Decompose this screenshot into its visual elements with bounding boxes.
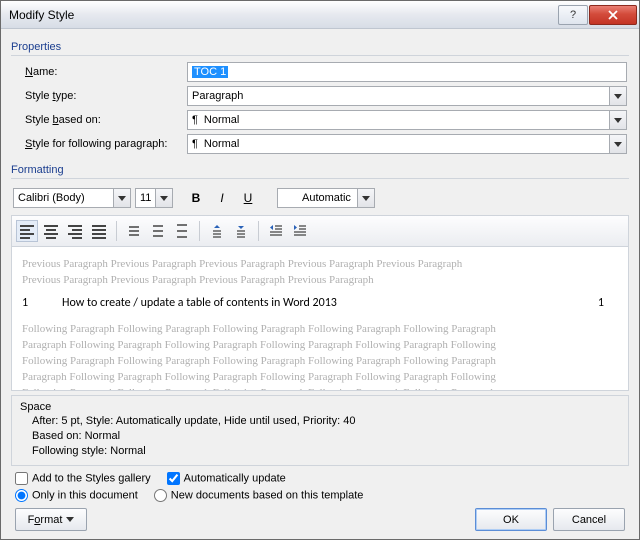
preview-following: Following Paragraph Following Paragraph … <box>22 354 624 370</box>
increase-indent-button[interactable] <box>289 220 311 242</box>
paragraph-toolbar <box>11 215 629 247</box>
close-icon <box>608 10 618 20</box>
separator <box>258 221 259 241</box>
preview-following: Following Paragraph Following Paragraph … <box>22 386 624 391</box>
separator <box>116 221 117 241</box>
based-on-label: Style based on: <box>13 114 183 126</box>
decrease-indent-button[interactable] <box>265 220 287 242</box>
auto-update-checkbox[interactable]: Automatically update <box>167 472 286 485</box>
align-justify-button[interactable] <box>88 220 110 242</box>
space-before-increase-button[interactable] <box>206 220 228 242</box>
line-spacing-15-button[interactable] <box>147 220 169 242</box>
name-label: Name: <box>13 66 183 78</box>
dialog-footer: Format OK Cancel <box>11 504 629 531</box>
desc-line: Following style: Normal <box>20 444 620 459</box>
font-color-select[interactable]: Automatic <box>277 188 375 208</box>
chevron-down-icon <box>609 87 626 105</box>
format-button[interactable]: Format <box>15 508 87 531</box>
preview-previous: Previous Paragraph Previous Paragraph Pr… <box>22 273 624 289</box>
preview-following: Paragraph Following Paragraph Following … <box>22 338 624 354</box>
chevron-down-icon <box>155 189 172 207</box>
new-documents-radio[interactable]: New documents based on this template <box>154 489 364 502</box>
chevron-down-icon <box>113 189 130 207</box>
help-button[interactable]: ? <box>558 5 588 25</box>
window-buttons: ? <box>558 5 637 25</box>
line-spacing-2-button[interactable] <box>171 220 193 242</box>
font-color-value: Automatic <box>302 192 351 204</box>
preview-following: Following Paragraph Following Paragraph … <box>22 322 624 338</box>
preview-sample: 1 How to create / update a table of cont… <box>22 289 624 322</box>
only-this-document-radio[interactable]: Only in this document <box>15 489 138 502</box>
align-left-button[interactable] <box>16 220 38 242</box>
italic-button[interactable]: I <box>211 187 233 209</box>
add-to-gallery-checkbox[interactable]: Add to the Styles gallery <box>15 472 151 485</box>
sample-number: 1 <box>22 295 62 312</box>
formatting-row: Calibri (Body) 11 B I U Automatic <box>11 185 629 211</box>
properties-heading: Properties <box>11 37 629 56</box>
modify-style-dialog: Modify Style ? Properties Name: TOC 1 St… <box>0 0 640 540</box>
font-size-value: 11 <box>140 192 151 204</box>
sample-page: 1 <box>564 295 604 312</box>
name-value: TOC 1 <box>192 66 228 78</box>
close-button[interactable] <box>589 5 637 25</box>
bold-button[interactable]: B <box>185 187 207 209</box>
following-value: Normal <box>204 138 239 150</box>
properties-grid: Name: TOC 1 Style type: Paragraph Style … <box>11 62 629 154</box>
chevron-down-icon <box>357 189 374 207</box>
based-on-value: Normal <box>204 114 239 126</box>
based-on-select[interactable]: ¶ Normal <box>187 110 627 130</box>
style-type-value: Paragraph <box>192 90 243 102</box>
titlebar: Modify Style ? <box>1 1 639 29</box>
chevron-down-icon <box>609 135 626 153</box>
font-select[interactable]: Calibri (Body) <box>13 188 131 208</box>
following-select[interactable]: ¶ Normal <box>187 134 627 154</box>
preview-following: Paragraph Following Paragraph Following … <box>22 370 624 386</box>
desc-line: After: 5 pt, Style: Automatically update… <box>20 414 620 429</box>
sample-text: How to create / update a table of conten… <box>62 295 564 312</box>
pilcrow-icon: ¶ <box>192 114 198 126</box>
ok-button[interactable]: OK <box>475 508 547 531</box>
align-right-button[interactable] <box>64 220 86 242</box>
window-title: Modify Style <box>9 8 558 22</box>
options: Add to the Styles gallery Automatically … <box>11 466 629 504</box>
line-spacing-1-button[interactable] <box>123 220 145 242</box>
style-type-label: Style type: <box>13 90 183 102</box>
style-type-select[interactable]: Paragraph <box>187 86 627 106</box>
underline-button[interactable]: U <box>237 187 259 209</box>
desc-head: Space <box>20 400 620 415</box>
cancel-button[interactable]: Cancel <box>553 508 625 531</box>
separator <box>199 221 200 241</box>
formatting-heading: Formatting <box>11 160 629 179</box>
space-before-decrease-button[interactable] <box>230 220 252 242</box>
desc-line: Based on: Normal <box>20 429 620 444</box>
dialog-body: Properties Name: TOC 1 Style type: Parag… <box>1 29 639 539</box>
font-value: Calibri (Body) <box>18 192 85 204</box>
name-input[interactable]: TOC 1 <box>187 62 627 82</box>
pilcrow-icon: ¶ <box>192 138 198 150</box>
font-size-select[interactable]: 11 <box>135 188 173 208</box>
chevron-down-icon <box>609 111 626 129</box>
align-center-button[interactable] <box>40 220 62 242</box>
style-preview: Previous Paragraph Previous Paragraph Pr… <box>11 247 629 391</box>
preview-previous: Previous Paragraph Previous Paragraph Pr… <box>22 257 624 273</box>
following-label: Style for following paragraph: <box>13 138 183 150</box>
style-description: Space After: 5 pt, Style: Automatically … <box>11 395 629 466</box>
chevron-down-icon <box>66 517 74 522</box>
